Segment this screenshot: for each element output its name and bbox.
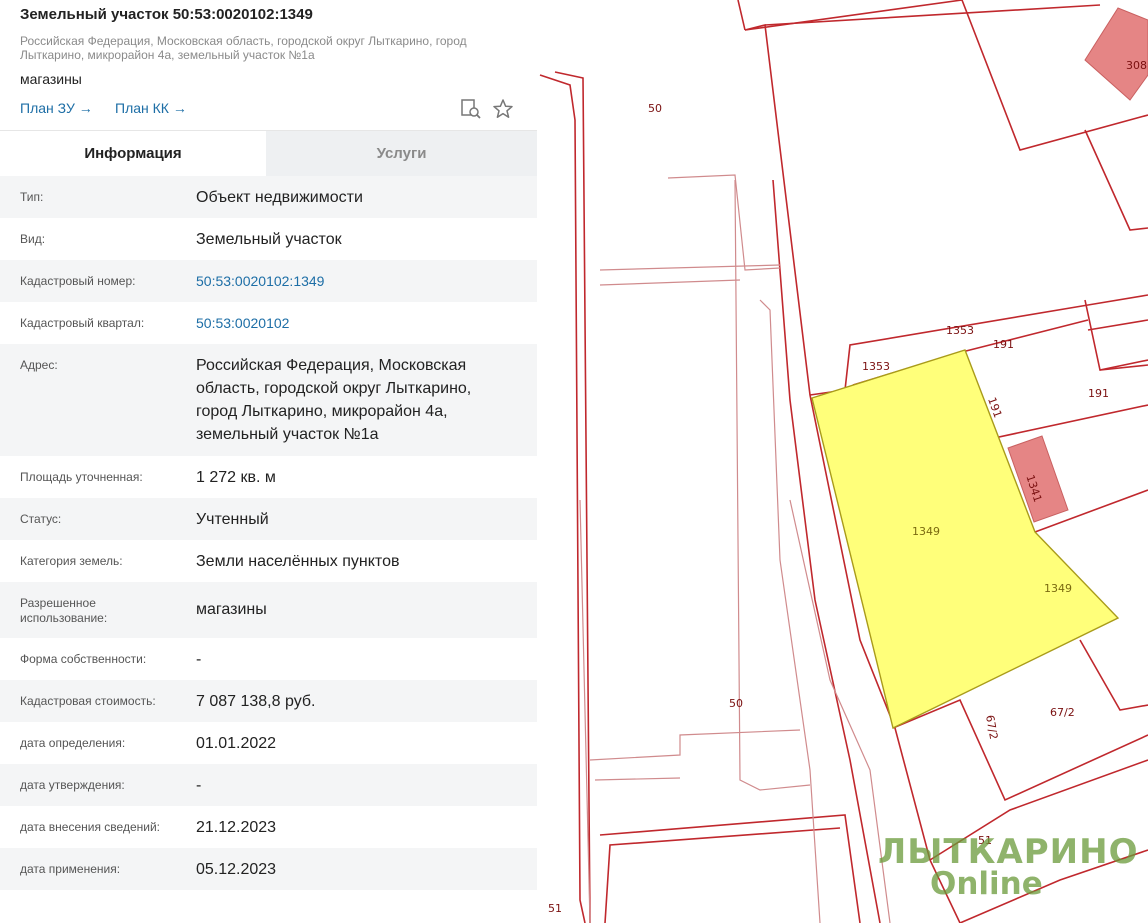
utility-line [594, 777, 681, 781]
row-label: Кадастровая стоимость: [20, 694, 156, 708]
boundary-line [554, 71, 591, 923]
map-label: 1353 [862, 360, 890, 373]
tab-services[interactable]: Услуги [266, 131, 537, 177]
boundary-line [892, 698, 1148, 802]
boundary-line [984, 404, 1148, 441]
row-status: Статус: Учтенный [0, 498, 537, 540]
selected-parcel-1349[interactable] [811, 349, 1120, 730]
row-value: 05.12.2023 [196, 861, 277, 878]
boundary-line [599, 814, 861, 923]
map-canvas[interactable]: 50 50 1353 1353 191 191 191 1349 1349 13… [537, 0, 1148, 923]
building-308[interactable] [1084, 7, 1148, 101]
cadastral-quarter-link[interactable]: 50:53:0020102 [196, 312, 516, 335]
plan-kk-link[interactable]: План КК → [115, 100, 187, 116]
row-value: Российская Федерация, Московская область… [196, 357, 472, 443]
map-label: 191 [1088, 387, 1109, 400]
tab-info[interactable]: Информация [0, 131, 266, 177]
info-panel: Земельный участок 50:53:0020102:1349 Рос… [0, 0, 538, 923]
row-label: Кадастровый номер: [20, 274, 136, 288]
row-label: Площадь уточненная: [20, 470, 143, 484]
row-label: Тип: [20, 190, 44, 204]
row-type: Тип: Объект недвижимости [0, 176, 537, 218]
map-label: 51 [548, 902, 562, 915]
map-label: 191 [993, 338, 1014, 351]
row-kind: Вид: Земельный участок [0, 218, 537, 260]
star-icon[interactable] [492, 98, 514, 120]
map-label: 67/2 [1050, 706, 1075, 719]
row-label: дата внесения сведений: [20, 820, 160, 834]
map-label: 1349 [912, 525, 940, 538]
row-value: Земельный участок [196, 231, 342, 248]
tab-bar: Информация Услуги [0, 130, 537, 177]
boundary-line [1084, 129, 1148, 231]
boundary-line [1079, 639, 1148, 711]
row-value: - [196, 777, 202, 794]
map-label: 1353 [946, 324, 974, 337]
row-entry-date: дата внесения сведений: 21.12.2023 [0, 806, 537, 848]
row-value: Учтенный [196, 511, 269, 528]
utility-line [667, 174, 781, 271]
row-land-category: Категория земель: Земли населённых пункт… [0, 540, 537, 582]
row-label: Адрес: [20, 358, 58, 372]
row-value: 21.12.2023 [196, 819, 277, 836]
row-application-date: дата применения: 05.12.2023 [0, 848, 537, 890]
page-title: Земельный участок 50:53:0020102:1349 [20, 6, 313, 23]
row-label: Кадастровый квартал: [20, 316, 145, 330]
row-value: Земли населённых пунктов [196, 553, 400, 570]
row-area: Площадь уточненная: 1 272 кв. м [0, 456, 537, 498]
row-address: Адрес: Российская Федерация, Московская … [0, 344, 537, 456]
row-label: Категория земель: [20, 554, 123, 568]
row-determination-date: дата определения: 01.01.2022 [0, 722, 537, 764]
utility-line [589, 729, 801, 761]
cadastral-map[interactable]: 50 50 1353 1353 191 191 191 1349 1349 13… [537, 0, 1148, 923]
cadastral-number-link[interactable]: 50:53:0020102:1349 [196, 270, 516, 293]
boundary-line [604, 827, 841, 923]
boundary-line [539, 74, 586, 923]
row-label: Статус: [20, 512, 62, 526]
utility-line [734, 179, 811, 791]
map-label: 50 [648, 102, 662, 115]
boundary-line [1087, 319, 1148, 331]
row-ownership: Форма собственности: - [0, 638, 537, 680]
utility-lines [579, 174, 891, 923]
map-label: 1349 [1044, 582, 1072, 595]
boundary-line [809, 294, 1148, 396]
search-document-icon[interactable] [460, 98, 482, 120]
row-label: Вид: [20, 232, 46, 246]
row-label: дата утверждения: [20, 778, 125, 792]
row-label: Разрешенное использование: [20, 596, 108, 625]
row-value: 1 272 кв. м [196, 469, 276, 486]
property-table: Тип: Объект недвижимости Вид: Земельный … [0, 176, 537, 890]
row-cadastral-value: Кадастровая стоимость: 7 087 138,8 руб. [0, 680, 537, 722]
row-approval-date: дата утверждения: - [0, 764, 537, 806]
row-value: магазины [196, 601, 267, 618]
row-value: 7 087 138,8 руб. [196, 693, 316, 710]
boundary-line [1084, 299, 1148, 371]
watermark-subtitle: Online [930, 866, 1043, 902]
row-value: Объект недвижимости [196, 189, 363, 206]
panel-header: Земельный участок 50:53:0020102:1349 Рос… [0, 0, 537, 130]
map-label: 67/2 [983, 714, 1000, 741]
boundary-line [737, 0, 746, 31]
row-value: 01.01.2022 [196, 735, 277, 752]
row-value: - [196, 651, 202, 668]
row-permitted-use: Разрешенное использование: магазины [0, 582, 537, 638]
row-cadastral-quarter: Кадастровый квартал: 50:53:0020102 [0, 302, 537, 344]
row-cadastral-number: Кадастровый номер: 50:53:0020102:1349 [0, 260, 537, 302]
header-address: Российская Федерация, Московская область… [20, 34, 467, 62]
plan-zu-link[interactable]: План ЗУ → [20, 100, 93, 116]
map-label: 308 [1126, 59, 1147, 72]
row-label: дата определения: [20, 736, 126, 750]
utility-line [599, 279, 741, 286]
boundary-line [764, 4, 1101, 26]
header-usage: магазины [20, 71, 82, 87]
row-label: дата применения: [20, 862, 121, 876]
row-label: Форма собственности: [20, 652, 147, 666]
map-label: 50 [729, 697, 743, 710]
